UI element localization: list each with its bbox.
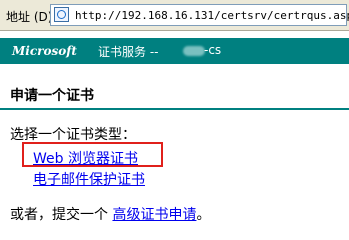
redacted-hostname bbox=[183, 46, 205, 56]
address-input[interactable]: http://192.168.16.131/certsrv/certrqus.a… bbox=[50, 4, 349, 26]
divider bbox=[0, 108, 349, 110]
address-label: 地址 (D) bbox=[6, 10, 53, 24]
page-title: 申请一个证书 bbox=[10, 88, 94, 104]
microsoft-logo: Microsoft bbox=[12, 44, 77, 58]
address-url[interactable]: http://192.168.16.131/certsrv/certrqus.a… bbox=[75, 9, 349, 22]
cert-type-prompt: 选择一个证书类型： bbox=[10, 127, 136, 143]
advanced-suffix: 。 bbox=[196, 207, 211, 223]
certsrv-banner: Microsoft 证书服务 -- -cs bbox=[0, 38, 349, 64]
advanced-prefix: 或者，提交一个 bbox=[10, 207, 108, 223]
highlight-box bbox=[22, 142, 163, 167]
ie-page-icon bbox=[54, 7, 69, 22]
service-title: 证书服务 -- bbox=[98, 45, 159, 59]
advanced-cert-request-link[interactable]: 高级证书申请 bbox=[112, 207, 196, 223]
hostname-suffix: -cs bbox=[204, 43, 222, 57]
address-bar: 地址 (D) http://192.168.16.131/certsrv/cer… bbox=[0, 0, 349, 31]
email-protection-cert-link[interactable]: 电子邮件保护证书 bbox=[33, 169, 145, 189]
advanced-request-line: 或者，提交一个 高级证书申请。 bbox=[10, 204, 210, 224]
